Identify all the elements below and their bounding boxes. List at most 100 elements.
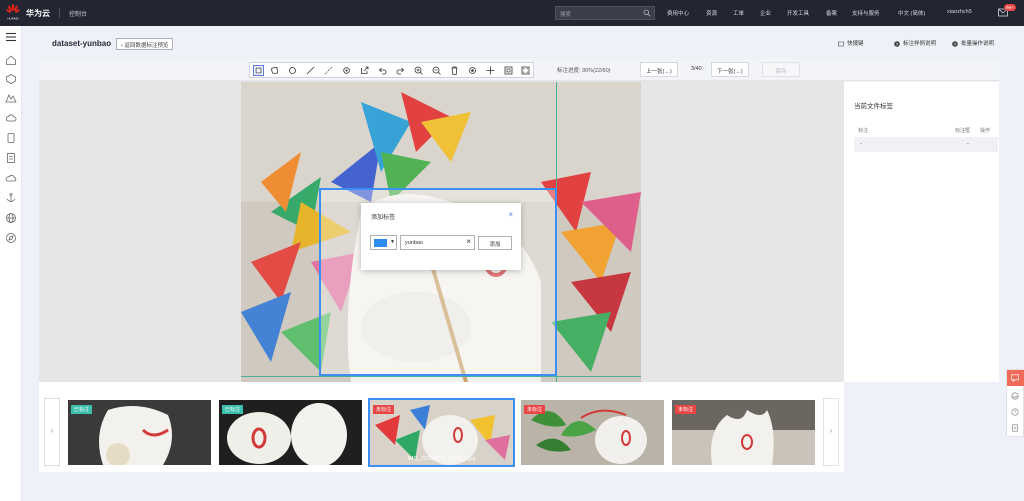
- zoom-out-icon[interactable]: [431, 65, 442, 76]
- logo-text: HUAWEI: [7, 17, 18, 21]
- column-box: 标注框: [955, 128, 971, 134]
- floating-toolbar: [1006, 369, 1024, 437]
- clear-icon[interactable]: ×: [466, 237, 471, 246]
- panel-title: 当前文件标签: [854, 103, 893, 110]
- next-image-button[interactable]: 下一张(→): [711, 62, 749, 77]
- status-badge: 未标注: [524, 405, 546, 414]
- nav-billing[interactable]: 费用中心: [667, 9, 689, 17]
- color-picker[interactable]: ▼: [370, 235, 397, 250]
- line-tool-icon[interactable]: [305, 65, 316, 76]
- console-link[interactable]: 控制台: [69, 9, 87, 18]
- nav-icp[interactable]: 备案: [826, 9, 837, 17]
- top-bar: HUAWEI 华为云 控制台 搜索 费用中心 资源 工单 企业 开发工具 备案 …: [0, 0, 1024, 26]
- back-to-preview-button[interactable]: ‹ 返回数据标注预览: [116, 38, 174, 50]
- document-icon[interactable]: [1011, 424, 1019, 432]
- nav-support[interactable]: 支持与服务: [852, 9, 880, 17]
- batch-ops-label: 批量操作说明: [961, 41, 995, 47]
- current-file-labels-panel: 当前文件标签 标注 标注框 操作 - -: [844, 82, 999, 382]
- dashed-line-tool-icon[interactable]: [323, 65, 334, 76]
- thumbnail-filename: IMG_20180919_120829.jpg: [407, 456, 476, 462]
- shortcuts-link[interactable]: 快捷键: [838, 39, 864, 47]
- page-count: 3/40: [691, 66, 702, 72]
- dialog-title: 添加标签: [371, 215, 396, 221]
- nav-tickets[interactable]: 工单: [733, 9, 744, 17]
- rectangle-tool-icon[interactable]: [253, 65, 264, 76]
- shortcuts-label: 快捷键: [847, 41, 864, 47]
- thumbnail-5[interactable]: 未标注: [672, 400, 815, 465]
- anchor-icon[interactable]: [5, 192, 17, 204]
- add-label-dialog: 添加标签 × ▼ yunbao × 添加: [361, 203, 521, 270]
- page-header: dataset-yunbao ‹ 返回数据标注预览 快捷键 ? 标注样例说明 ? 批…: [22, 26, 1024, 58]
- annotation-example-link[interactable]: ? 标注样例说明: [894, 39, 936, 47]
- globe-icon[interactable]: [5, 212, 17, 224]
- help-icon: ?: [894, 40, 900, 47]
- status-badge: 已标注: [222, 405, 244, 414]
- status-badge: 未标注: [675, 405, 697, 414]
- add-label-button[interactable]: 添加: [478, 236, 512, 250]
- redo-icon[interactable]: [395, 65, 406, 76]
- menu-icon[interactable]: [5, 31, 17, 43]
- thumbnail-3[interactable]: 未标注 IMG_20180919_120829.jpg: [368, 398, 515, 467]
- color-swatch: [374, 239, 387, 247]
- export-tool-icon[interactable]: [359, 65, 370, 76]
- undo-icon[interactable]: [377, 65, 388, 76]
- nav-dev-tools[interactable]: 开发工具: [787, 9, 809, 17]
- service-icon[interactable]: [1011, 392, 1019, 400]
- device-icon[interactable]: [5, 132, 17, 144]
- save-button[interactable]: 保存: [762, 62, 800, 77]
- cloud-alt-icon[interactable]: [5, 172, 17, 184]
- guide-line-horizontal: [241, 376, 641, 377]
- status-badge: 已标注: [71, 405, 93, 414]
- nav-language[interactable]: 中文 (简体): [898, 9, 925, 17]
- row-box: -: [967, 141, 969, 147]
- fit-icon[interactable]: [503, 65, 514, 76]
- scroll-right-button[interactable]: ›: [823, 398, 839, 466]
- service-icon[interactable]: [5, 73, 17, 85]
- left-sidebar: [0, 26, 22, 501]
- point-tool-icon[interactable]: [341, 65, 352, 76]
- page-title: dataset-yunbao: [52, 39, 112, 48]
- fullscreen-icon[interactable]: [520, 65, 531, 76]
- document-icon[interactable]: [5, 152, 17, 164]
- close-icon[interactable]: ×: [508, 210, 513, 219]
- feedback-button[interactable]: [1007, 370, 1024, 386]
- move-icon[interactable]: [485, 65, 496, 76]
- chevron-down-icon: ▼: [390, 239, 395, 245]
- clock-icon[interactable]: [1011, 408, 1019, 416]
- thumbnail-4[interactable]: 未标注: [521, 400, 664, 465]
- compass-icon[interactable]: [5, 232, 17, 244]
- search-placeholder: 搜索: [560, 12, 572, 18]
- home-icon[interactable]: [5, 54, 17, 66]
- zoom-in-icon[interactable]: [413, 65, 424, 76]
- brand-name[interactable]: 华为云: [26, 8, 50, 19]
- label-name-input[interactable]: yunbao ×: [400, 235, 475, 250]
- polygon-tool-icon[interactable]: [269, 65, 280, 76]
- back-button-label: 返回数据标注预览: [124, 43, 169, 49]
- circle-tool-icon[interactable]: [287, 65, 298, 76]
- column-operation: 操作: [980, 128, 991, 134]
- scroll-left-button[interactable]: ‹: [44, 398, 60, 466]
- nav-resources[interactable]: 资源: [706, 9, 717, 17]
- thumbnail-2[interactable]: 已标注: [219, 400, 362, 465]
- cloud-icon[interactable]: [5, 112, 17, 124]
- table-row: - -: [854, 137, 998, 152]
- batch-ops-link[interactable]: ? 批量操作说明: [952, 39, 994, 47]
- thumbnail-1[interactable]: 已标注: [68, 400, 211, 465]
- delete-icon[interactable]: [449, 65, 460, 76]
- mountain-icon[interactable]: [5, 92, 17, 104]
- huawei-logo-icon[interactable]: HUAWEI: [6, 4, 20, 21]
- divider: [59, 8, 60, 18]
- notification-badge: 99+: [1004, 4, 1016, 11]
- chat-icon: [1011, 374, 1019, 382]
- nav-enterprise[interactable]: 企业: [760, 9, 771, 17]
- view-icon[interactable]: [467, 65, 478, 76]
- annotation-example-label: 标注样例说明: [903, 41, 937, 47]
- status-badge: 未标注: [373, 405, 395, 414]
- column-label: 标注: [858, 128, 869, 134]
- nav-username[interactable]: xiaozhch5: [947, 9, 972, 15]
- prev-image-button[interactable]: 上一张(←): [640, 62, 678, 77]
- search-input[interactable]: 搜索: [555, 6, 655, 20]
- annotation-progress: 标注进度: 36%(22/60): [557, 68, 611, 74]
- search-icon[interactable]: [643, 9, 651, 17]
- annotation-toolbar: 标注进度: 36%(22/60) 上一张(←) 3/40 下一张(→) 保存: [39, 59, 999, 81]
